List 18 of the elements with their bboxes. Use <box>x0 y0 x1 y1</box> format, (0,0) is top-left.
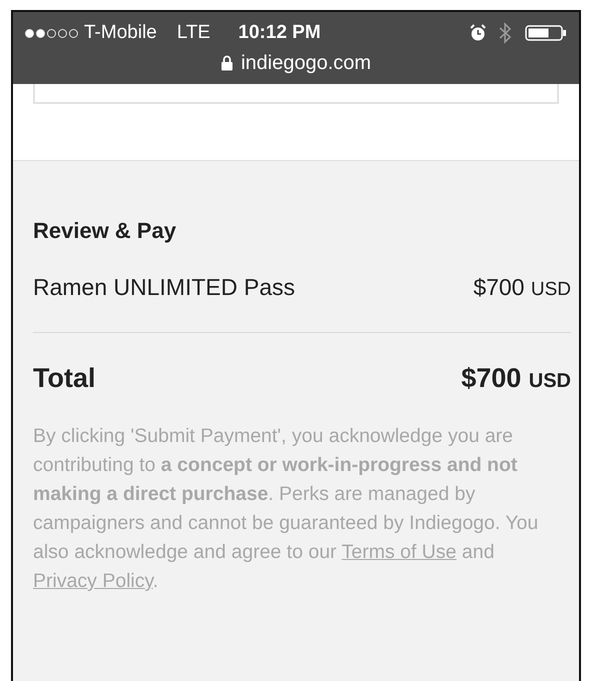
network-type: LTE <box>176 22 210 44</box>
bluetooth-icon <box>499 22 511 44</box>
signal-icon <box>25 28 78 38</box>
alarm-clock-icon <box>469 24 487 42</box>
battery-icon <box>525 24 567 42</box>
lock-icon <box>220 55 233 71</box>
page-url: indiegogo.com <box>240 52 372 74</box>
total-amount: $700 USD <box>461 363 571 394</box>
policy-link[interactable]: Terms of Use <box>342 541 456 563</box>
policy-link[interactable]: Privacy Policy <box>33 570 153 592</box>
clock-time: 10:12 PM <box>238 22 321 44</box>
input-field[interactable] <box>33 84 559 104</box>
total-label: Total <box>33 363 96 394</box>
item-price: $700 USD <box>473 274 571 301</box>
item-name: Ramen UNLIMITED Pass <box>33 274 296 301</box>
carrier-name: T-Mobile <box>84 22 157 44</box>
disclaimer-text: By clicking 'Submit Payment', you acknowledge you are contributing to a concept or work-in-progress and not making a direct purchase. Perks are managed by campaigners and cannot be guaranteed by Indiegogo. You also acknowledge and agree to our Terms of Use and Privacy Policy. <box>33 424 540 594</box>
section-title: Review & Pay <box>33 218 178 244</box>
